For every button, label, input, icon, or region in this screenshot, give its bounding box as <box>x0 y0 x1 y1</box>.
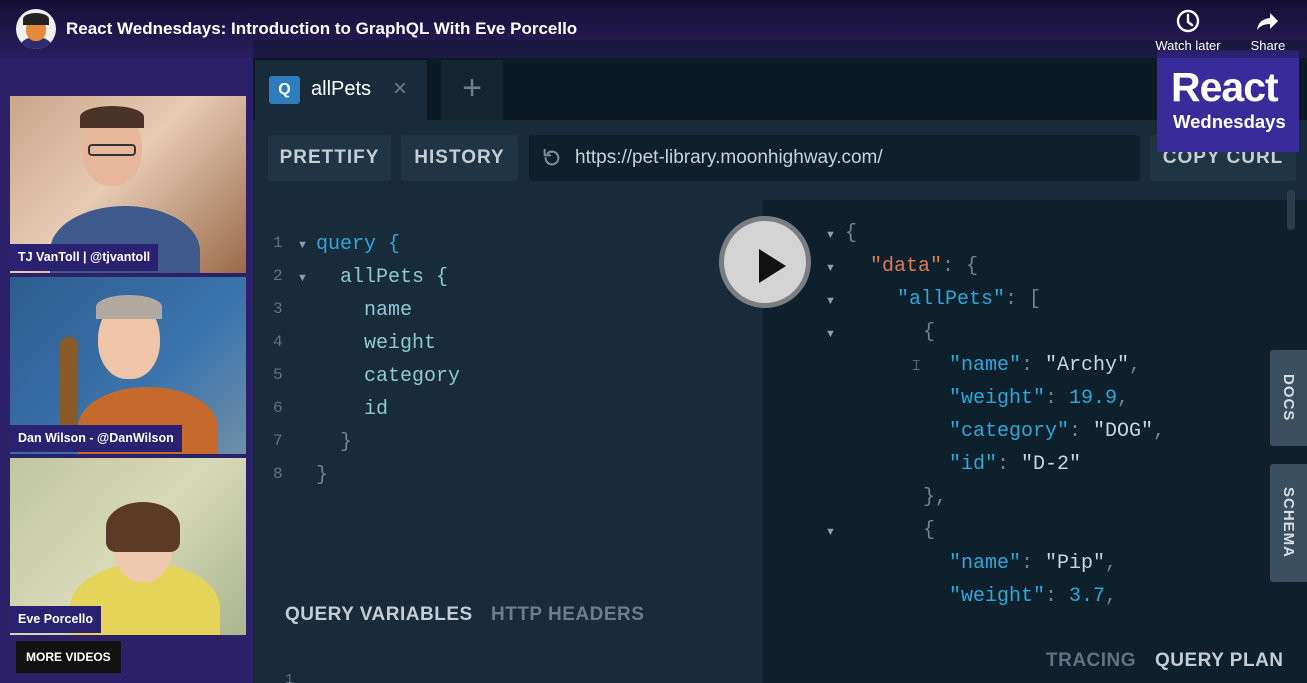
response-line-data: "data": { <box>870 255 979 278</box>
history-button[interactable]: HISTORY <box>401 135 518 181</box>
fold-arrow-icon[interactable]: ▼ <box>825 229 836 241</box>
clock-icon <box>1176 9 1200 33</box>
tab-allpets[interactable]: Q allPets × <box>255 60 427 120</box>
query-variables-tab[interactable]: QUERY VARIABLES <box>285 604 473 626</box>
pet-weight-value: 3.7 <box>1069 585 1106 608</box>
response-scrollbar[interactable] <box>1287 190 1295 230</box>
video-header: React Wednesdays: Introduction to GraphQ… <box>0 0 1307 58</box>
play-button[interactable] <box>719 216 811 308</box>
response-line: "id": "D-2" <box>949 453 1082 476</box>
response-line: "weight": 19.9, <box>949 387 1130 410</box>
response-line: "weight": 3.7, <box>949 585 1118 608</box>
participant-name-tj: TJ VanToll | @tjvantoll <box>10 244 159 271</box>
line-number: 1 <box>273 234 283 252</box>
query-line: } <box>316 464 329 487</box>
watch-later-label: Watch later <box>1155 38 1221 53</box>
prettify-button[interactable]: PRETTIFY <box>268 135 391 181</box>
fold-arrow-icon[interactable]: ▼ <box>825 328 836 340</box>
query-editor[interactable]: 1 2 3 4 5 6 7 8 ▼ ▼ query { allPets { na… <box>253 200 763 580</box>
endpoint-url-input[interactable] <box>575 135 1135 181</box>
logo-line-2: Wednesdays <box>1173 111 1286 132</box>
query-line: } <box>316 431 353 454</box>
pet-category-value: "DOG" <box>1093 420 1154 443</box>
response-line: "name": "Archy", <box>949 354 1142 377</box>
react-wednesdays-logo: React Wednesdays <box>1157 50 1299 152</box>
share-label: Share <box>1250 38 1286 53</box>
endpoint-bar <box>529 135 1140 181</box>
response-object-open: { <box>923 519 936 542</box>
text-cursor-icon: ⌶ <box>912 357 921 373</box>
query-line: id <box>316 398 389 421</box>
participant-name-dan: Dan Wilson - @DanWilson <box>10 425 182 452</box>
response-allpets-key: "allPets" <box>897 288 1006 311</box>
tracing-tab[interactable]: TRACING <box>1046 650 1136 672</box>
fold-arrow-icon[interactable]: ▼ <box>825 262 836 274</box>
response-object-close: }, <box>923 486 948 509</box>
response-object-open: { <box>923 321 936 344</box>
query-line: allPets { <box>316 266 449 289</box>
variables-panel: QUERY VARIABLES HTTP HEADERS 1 <box>253 580 763 683</box>
line-number: 2 <box>273 267 283 285</box>
tab-label: allPets <box>311 78 372 100</box>
add-tab-button[interactable]: + <box>441 60 503 120</box>
response-line: "category": "DOG", <box>949 420 1166 443</box>
pet-name-value: "Pip" <box>1045 552 1106 575</box>
response-pane: ▼ ▼ ▼ ▼ ▼ { "data": { "allPets": [ { ⌶ "… <box>763 200 1307 632</box>
pet-weight-value: 19.9 <box>1069 387 1118 410</box>
graphql-playground: Q allPets × + PRETTIFY HISTORY COPY CURL… <box>253 40 1307 683</box>
participant-name-eve: Eve Porcello <box>10 606 102 633</box>
fold-arrow-icon[interactable]: ▼ <box>825 295 836 307</box>
schema-tab[interactable]: SCHEMA <box>1270 464 1307 582</box>
query-line: weight <box>316 332 437 355</box>
pet-name-value: "Archy" <box>1045 354 1130 377</box>
line-number: 6 <box>273 399 283 417</box>
line-number: 8 <box>273 465 283 483</box>
toolbar: PRETTIFY HISTORY COPY CURL <box>253 120 1307 200</box>
watch-later-button[interactable]: Watch later <box>1148 8 1228 53</box>
query-badge-icon: Q <box>269 76 300 104</box>
docs-tab[interactable]: DOCS <box>1270 350 1307 446</box>
video-title[interactable]: React Wednesdays: Introduction to GraphQ… <box>66 19 577 39</box>
response-open-bracket: [ <box>1029 288 1042 311</box>
response-line: "name": "Pip", <box>949 552 1118 575</box>
channel-avatar[interactable] <box>16 9 56 49</box>
response-footer: TRACING QUERY PLAN <box>763 632 1307 683</box>
play-icon <box>759 249 786 283</box>
response-open-brace: { <box>845 222 858 245</box>
http-headers-tab[interactable]: HTTP HEADERS <box>491 604 644 626</box>
fold-arrow-icon[interactable]: ▼ <box>297 272 308 284</box>
fold-arrow-icon[interactable]: ▼ <box>825 526 836 538</box>
more-videos-button[interactable]: MORE VIDEOS <box>16 641 121 673</box>
query-plan-tab[interactable]: QUERY PLAN <box>1155 650 1284 672</box>
pet-id-value: "D-2" <box>1021 453 1082 476</box>
close-tab-icon[interactable]: × <box>393 75 407 103</box>
line-number: 5 <box>273 366 283 384</box>
query-line: name <box>316 299 413 322</box>
share-arrow-icon <box>1257 13 1278 30</box>
reload-icon[interactable] <box>541 147 563 169</box>
share-button[interactable]: Share <box>1228 8 1307 53</box>
line-number: 4 <box>273 333 283 351</box>
variables-line-number: 1 <box>285 672 294 683</box>
query-line: query { <box>316 233 401 256</box>
logo-line-1: React <box>1171 64 1279 110</box>
line-number: 7 <box>273 432 283 450</box>
query-line: category <box>316 365 461 388</box>
webcam-column: TJ VanToll | @tjvantoll Dan Wilson - @Da… <box>0 0 253 683</box>
response-line-allpets: "allPets": [ <box>897 288 1042 311</box>
line-number: 3 <box>273 300 283 318</box>
response-data-key: "data" <box>870 255 943 278</box>
fold-arrow-icon[interactable]: ▼ <box>297 239 308 251</box>
